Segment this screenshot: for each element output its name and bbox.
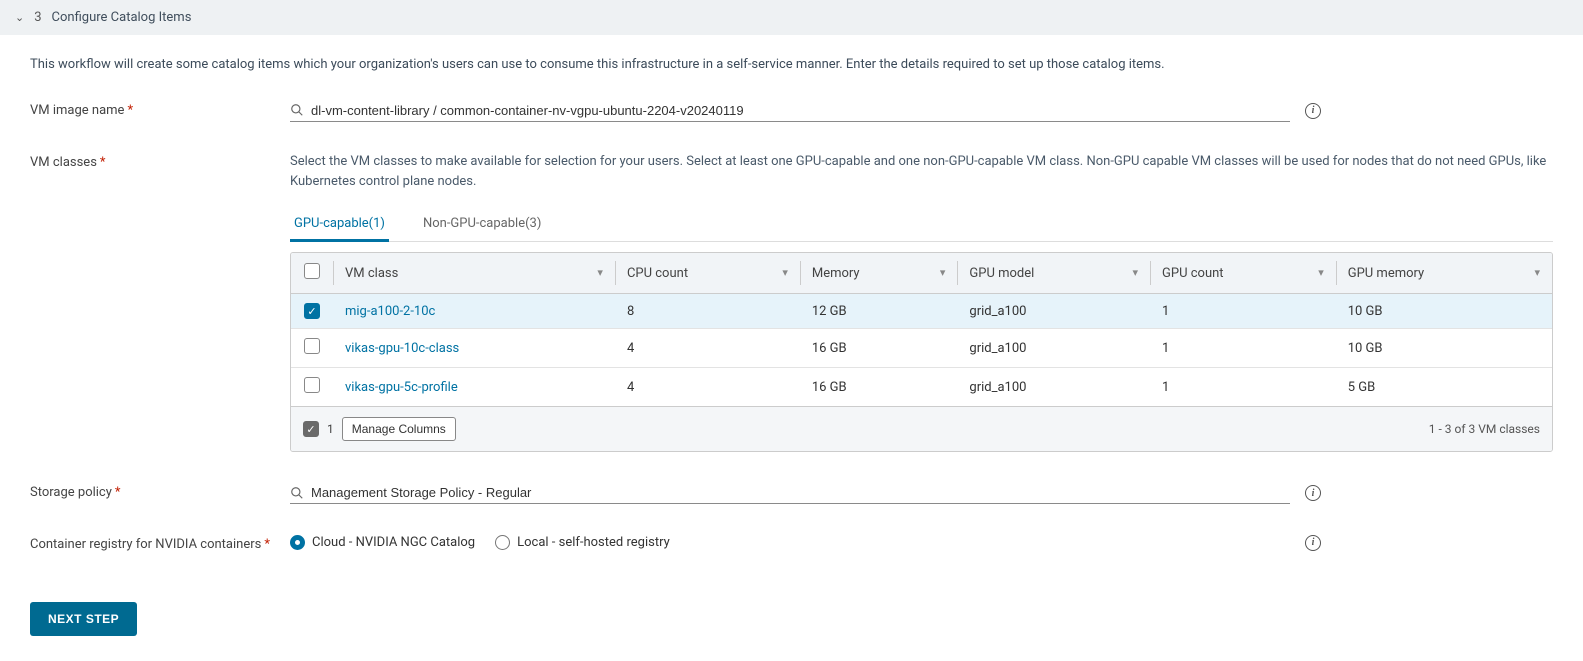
filter-icon[interactable]: ▾	[782, 266, 788, 279]
info-icon-vm-image[interactable]: i	[1305, 102, 1321, 119]
radio-cloud[interactable]: Cloud - NVIDIA NGC Catalog	[290, 535, 475, 550]
radio-icon-selected	[290, 535, 305, 550]
filter-icon[interactable]: ▾	[1318, 266, 1324, 279]
required-asterisk: *	[264, 537, 270, 552]
vm-image-input[interactable]	[311, 103, 1290, 118]
cell-gpu-memory: 10 GB	[1336, 329, 1552, 368]
row-checkbox[interactable]	[304, 303, 320, 319]
select-all-checkbox[interactable]	[304, 263, 320, 279]
search-icon	[290, 103, 304, 117]
registry-radio-group: Cloud - NVIDIA NGC Catalog Local - self-…	[290, 535, 1290, 550]
vm-class-table: VM class▾ CPU count▾ Memory▾ GPU model▾ …	[290, 252, 1553, 452]
cell-gpu-count: 1	[1150, 368, 1336, 407]
filter-icon[interactable]: ▾	[940, 266, 946, 279]
cell-memory: 16 GB	[800, 368, 958, 407]
radio-local[interactable]: Local - self-hosted registry	[495, 535, 670, 550]
required-asterisk: *	[127, 103, 133, 118]
chevron-down-icon: ⌄	[15, 11, 24, 24]
col-cpu-count[interactable]: CPU count▾	[615, 253, 800, 294]
info-icon-storage-policy[interactable]: i	[1305, 485, 1321, 502]
section-number: 3	[34, 10, 41, 25]
radio-icon	[495, 535, 510, 550]
cell-memory: 12 GB	[800, 294, 958, 329]
filter-icon[interactable]: ▾	[1132, 266, 1138, 279]
cell-vm-class[interactable]: mig-a100-2-10c	[345, 304, 435, 319]
manage-columns-button[interactable]: Manage Columns	[342, 417, 456, 441]
footer-selected-indicator	[303, 421, 319, 437]
row-container-registry: Container registry for NVIDIA containers…	[30, 534, 1553, 552]
table-footer: 1 Manage Columns 1 - 3 of 3 VM classes	[291, 406, 1552, 451]
row-checkbox[interactable]	[304, 338, 320, 354]
cell-gpu-count: 1	[1150, 329, 1336, 368]
vm-class-tabs: GPU-capable(1) Non-GPU-capable(3)	[290, 208, 1553, 242]
vm-image-input-wrap[interactable]	[290, 100, 1290, 122]
next-step-button[interactable]: NEXT STEP	[30, 602, 137, 636]
row-vm-image-name: VM image name* i	[30, 100, 1553, 122]
label-storage-policy: Storage policy*	[30, 482, 290, 500]
cell-gpu-memory: 5 GB	[1336, 368, 1552, 407]
col-gpu-memory[interactable]: GPU memory▾	[1336, 253, 1552, 294]
table-row[interactable]: vikas-gpu-10c-class 416 GBgrid_a100110 GB	[291, 329, 1552, 368]
col-memory[interactable]: Memory▾	[800, 253, 958, 294]
cell-cpu-count: 4	[615, 368, 800, 407]
section-title: Configure Catalog Items	[52, 10, 192, 25]
intro-text: This workflow will create some catalog i…	[30, 55, 1553, 75]
label-vm-classes: VM classes*	[30, 152, 290, 170]
section-header[interactable]: ⌄ 3 Configure Catalog Items	[0, 0, 1583, 35]
cell-cpu-count: 8	[615, 294, 800, 329]
col-vm-class[interactable]: VM class▾	[333, 253, 615, 294]
filter-icon[interactable]: ▾	[597, 266, 603, 279]
required-asterisk: *	[100, 155, 106, 170]
filter-icon[interactable]: ▾	[1534, 266, 1540, 279]
row-storage-policy: Storage policy* i	[30, 482, 1553, 504]
cell-vm-class[interactable]: vikas-gpu-5c-profile	[345, 380, 458, 395]
section-body: This workflow will create some catalog i…	[0, 35, 1583, 656]
row-checkbox[interactable]	[304, 377, 320, 393]
label-container-registry: Container registry for NVIDIA containers…	[30, 534, 290, 552]
search-icon	[290, 486, 304, 500]
table-row[interactable]: mig-a100-2-10c 812 GBgrid_a100110 GB	[291, 294, 1552, 329]
vm-classes-helper: Select the VM classes to make available …	[290, 152, 1553, 194]
col-gpu-count[interactable]: GPU count▾	[1150, 253, 1336, 294]
tab-non-gpu-capable[interactable]: Non-GPU-capable(3)	[419, 208, 545, 242]
cell-gpu-model: grid_a100	[957, 368, 1150, 407]
cell-gpu-memory: 10 GB	[1336, 294, 1552, 329]
cell-cpu-count: 4	[615, 329, 800, 368]
col-gpu-model[interactable]: GPU model▾	[957, 253, 1150, 294]
cell-gpu-model: grid_a100	[957, 329, 1150, 368]
label-vm-image-name: VM image name*	[30, 100, 290, 118]
cell-gpu-count: 1	[1150, 294, 1336, 329]
cell-gpu-model: grid_a100	[957, 294, 1150, 329]
table-row[interactable]: vikas-gpu-5c-profile 416 GBgrid_a10015 GB	[291, 368, 1552, 407]
required-asterisk: *	[115, 485, 121, 500]
info-icon-registry[interactable]: i	[1305, 534, 1321, 551]
cell-vm-class[interactable]: vikas-gpu-10c-class	[345, 341, 459, 356]
tab-gpu-capable[interactable]: GPU-capable(1)	[290, 208, 389, 242]
table-pagination: 1 - 3 of 3 VM classes	[1429, 422, 1540, 436]
row-vm-classes: VM classes* Select the VM classes to mak…	[30, 152, 1553, 453]
cell-memory: 16 GB	[800, 329, 958, 368]
footer-selected-count: 1	[327, 422, 334, 436]
storage-policy-input-wrap[interactable]	[290, 482, 1290, 504]
storage-policy-input[interactable]	[311, 485, 1290, 500]
